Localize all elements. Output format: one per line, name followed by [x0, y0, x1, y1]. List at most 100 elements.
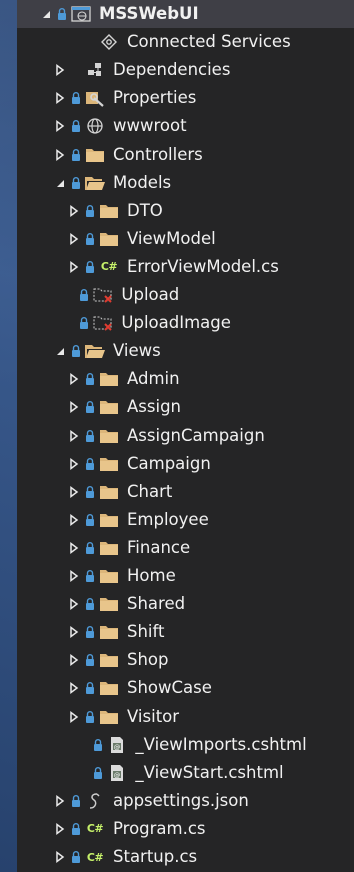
collapsed-arrow-icon[interactable] — [67, 513, 81, 527]
expanded-arrow-icon[interactable] — [53, 176, 67, 190]
tree-item-shared[interactable]: Shared — [17, 590, 354, 618]
tree-item-label: Visitor — [127, 706, 180, 726]
collapsed-arrow-icon[interactable] — [67, 372, 81, 386]
tree-item-label: appsettings.json — [113, 790, 249, 810]
expanded-arrow-icon[interactable] — [39, 7, 53, 21]
missing-folder-icon — [93, 314, 113, 332]
collapsed-arrow-icon[interactable] — [53, 63, 67, 77]
tree-item-label: ShowCase — [127, 678, 212, 698]
folder-icon — [99, 398, 119, 416]
tree-item-label: wwwroot — [113, 116, 187, 136]
lock-icon — [71, 794, 81, 808]
lock-icon — [71, 176, 81, 190]
tree-item-label: Models — [113, 172, 172, 192]
collapsed-arrow-icon[interactable] — [67, 569, 81, 583]
tree-item-label: Dependencies — [113, 60, 231, 80]
folder-open-icon — [85, 174, 105, 192]
collapsed-arrow-icon[interactable] — [53, 850, 67, 864]
missing-folder-icon — [93, 286, 113, 304]
collapsed-arrow-icon[interactable] — [67, 457, 81, 471]
tree-item-label: _ViewStart.cshtml — [135, 762, 284, 782]
tree-item-dto[interactable]: DTO — [17, 197, 354, 225]
folder-icon — [99, 623, 119, 641]
lock-icon — [93, 766, 103, 780]
tree-item-viewmodel[interactable]: ViewModel — [17, 225, 354, 253]
tree-item-uploadimage[interactable]: UploadImage — [17, 309, 354, 337]
lock-icon — [71, 119, 81, 133]
collapsed-arrow-icon[interactable] — [53, 91, 67, 105]
tree-item-label: Program.cs — [113, 818, 206, 838]
solution-explorer-tree[interactable]: MSSWebUI Connected Services Dependencies Pr… — [17, 0, 354, 872]
folder-icon — [99, 455, 119, 473]
tree-item-assign[interactable]: Assign — [17, 393, 354, 421]
tree-item-label: Chart — [127, 481, 173, 501]
tree-item-errorviewmodel[interactable]: C# ErrorViewModel.cs — [17, 253, 354, 281]
tree-item-startup[interactable]: C# Startup.cs — [17, 843, 354, 871]
tree-item-label: ViewModel — [127, 228, 216, 248]
tree-item-viewimports[interactable]: @ _ViewImports.cshtml — [17, 731, 354, 759]
tree-item-models[interactable]: Models — [17, 169, 354, 197]
tree-item-label: Shift — [127, 622, 165, 642]
expanded-arrow-icon[interactable] — [53, 344, 67, 358]
tree-item-connected-services[interactable]: Connected Services — [17, 28, 354, 56]
tree-item-shop[interactable]: Shop — [17, 646, 354, 674]
tree-item-home[interactable]: Home — [17, 562, 354, 590]
tree-item-label: DTO — [127, 200, 163, 220]
collapsed-arrow-icon[interactable] — [67, 653, 81, 667]
tree-item-assigncampaign[interactable]: AssignCampaign — [17, 422, 354, 450]
tree-item-views[interactable]: Views — [17, 337, 354, 365]
collapsed-arrow-icon[interactable] — [53, 148, 67, 162]
tree-item-label: ErrorViewModel.cs — [127, 256, 279, 276]
razor-file-icon: @ — [107, 736, 127, 754]
folder-icon — [99, 511, 119, 529]
lock-icon — [85, 653, 95, 667]
tree-item-finance[interactable]: Finance — [17, 534, 354, 562]
tree-item-employee[interactable]: Employee — [17, 506, 354, 534]
tree-item-program[interactable]: C# Program.cs — [17, 815, 354, 843]
tree-item-appsettings[interactable]: appsettings.json — [17, 787, 354, 815]
tree-item-mssweb[interactable]: MSSWebUI — [17, 0, 354, 28]
collapsed-arrow-icon[interactable] — [67, 204, 81, 218]
lock-icon — [85, 260, 95, 274]
lock-icon — [85, 457, 95, 471]
collapsed-arrow-icon[interactable] — [67, 232, 81, 246]
collapsed-arrow-icon[interactable] — [67, 541, 81, 555]
tree-item-controllers[interactable]: Controllers — [17, 141, 354, 169]
lock-icon — [85, 372, 95, 386]
collapsed-arrow-icon[interactable] — [67, 710, 81, 724]
folder-icon — [99, 370, 119, 388]
collapsed-arrow-icon[interactable] — [67, 597, 81, 611]
tree-item-visitor[interactable]: Visitor — [17, 703, 354, 731]
collapsed-arrow-icon[interactable] — [67, 625, 81, 639]
tree-item-campaign[interactable]: Campaign — [17, 450, 354, 478]
svg-text:@: @ — [114, 771, 121, 779]
tree-item-label: _ViewImports.cshtml — [135, 734, 307, 754]
collapsed-arrow-icon[interactable] — [67, 429, 81, 443]
tree-item-label: Shop — [127, 650, 169, 670]
tree-item-label: Controllers — [113, 144, 203, 164]
tree-item-dependencies[interactable]: Dependencies — [17, 56, 354, 84]
tree-item-label: UploadImage — [121, 313, 231, 333]
lock-icon — [71, 91, 81, 105]
tree-item-upload[interactable]: Upload — [17, 281, 354, 309]
tree-item-properties[interactable]: Properties — [17, 84, 354, 112]
tree-item-chart[interactable]: Chart — [17, 478, 354, 506]
tree-item-viewstart[interactable]: @ _ViewStart.cshtml — [17, 759, 354, 787]
tree-item-label: Views — [113, 341, 161, 361]
collapsed-arrow-icon[interactable] — [53, 119, 67, 133]
collapsed-arrow-icon[interactable] — [53, 822, 67, 836]
collapsed-arrow-icon[interactable] — [67, 400, 81, 414]
tree-item-wwwroot[interactable]: wwwroot — [17, 112, 354, 140]
tree-item-admin[interactable]: Admin — [17, 365, 354, 393]
folder-icon — [99, 427, 119, 445]
lock-icon — [85, 541, 95, 555]
collapsed-arrow-icon[interactable] — [53, 794, 67, 808]
collapsed-arrow-icon[interactable] — [67, 681, 81, 695]
tree-item-shift[interactable]: Shift — [17, 618, 354, 646]
csharp-icon: C# — [100, 260, 118, 274]
tree-item-label: Properties — [113, 88, 197, 108]
tree-item-showcase[interactable]: ShowCase — [17, 674, 354, 702]
collapsed-arrow-icon[interactable] — [67, 260, 81, 274]
collapsed-arrow-icon[interactable] — [67, 485, 81, 499]
lock-icon — [85, 204, 95, 218]
